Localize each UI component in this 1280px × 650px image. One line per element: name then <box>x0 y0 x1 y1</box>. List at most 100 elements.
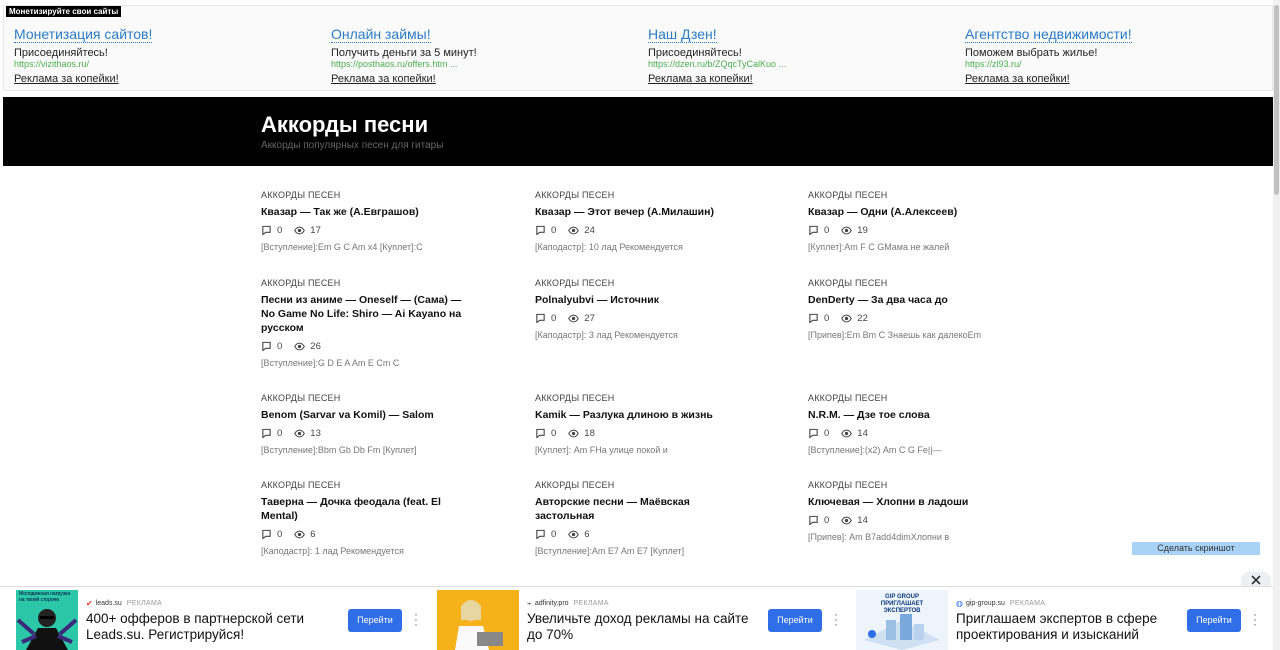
ad-title[interactable]: Наш Дзен! <box>648 27 717 43</box>
comment-count: 0 <box>277 224 283 236</box>
ad-url[interactable]: https://vizithaos.ru/ <box>14 59 314 69</box>
post-title[interactable]: Квазар — Так же (А.Евграшов) <box>261 205 476 219</box>
post-title[interactable]: Песни из аниме — Oneself — (Сама) — No G… <box>261 293 476 335</box>
top-ad-4[interactable]: Агентство недвижимости! Поможем выбрать … <box>965 26 1265 87</box>
eye-icon <box>568 429 580 437</box>
view-count: 26 <box>310 340 321 352</box>
ad-title[interactable]: Агентство недвижимости! <box>965 27 1132 43</box>
post-excerpt: [Каподастр]: 10 лад Рекомендуется <box>535 242 683 252</box>
post-title[interactable]: N.R.M. — Дзе тое слова <box>808 408 1038 422</box>
top-ad-3[interactable]: Наш Дзен! Присоединяйтесь! https://dzen.… <box>648 26 948 87</box>
view-count: 6 <box>310 528 316 540</box>
bottom-ad-1[interactable]: Молодежная нагрузка на твоей стороне ✔ l… <box>16 590 426 650</box>
post-meta: 0 13 <box>261 427 476 439</box>
bottom-ad-3[interactable]: GIP GROUP ПРИГЛАШАЕТ ЭКСПЕРТОВ ◍ gip-gro… <box>856 590 1270 650</box>
post-category[interactable]: АККОРДЫ ПЕСЕН <box>261 480 476 491</box>
post-title[interactable]: Benom (Sarvar va Komil) — Salom <box>261 408 476 422</box>
adfinity-logo-icon: ⌁ <box>527 599 532 608</box>
post-title[interactable]: Квазар — Одни (А.Алексеев) <box>808 205 1038 219</box>
comment-count: 0 <box>277 427 283 439</box>
post-title[interactable]: Kamik — Разлука длиною в жизнь <box>535 408 750 422</box>
post-title[interactable]: Таверна — Дочка феодала (feat. El Mental… <box>261 495 476 523</box>
post-category[interactable]: АККОРДЫ ПЕСЕН <box>535 190 750 201</box>
top-ad-2[interactable]: Онлайн займы! Получить деньги за 5 минут… <box>331 26 631 87</box>
eye-icon <box>568 226 580 234</box>
post-title[interactable]: DenDerty — За два часа до <box>808 293 1038 307</box>
ad-image-caption: GIP GROUP ПРИГЛАШАЕТ ЭКСПЕРТОВ <box>880 594 924 614</box>
ad-image[interactable]: Молодежная нагрузка на твоей стороне <box>16 590 78 650</box>
ad-url[interactable]: https://zl93.ru/ <box>965 59 1265 69</box>
eye-icon <box>294 226 306 234</box>
post-excerpt: [Куплет]:Am F C GМама не жалей <box>808 242 950 252</box>
comment-count: 0 <box>824 312 830 324</box>
post-title[interactable]: Авторские песни — Маёвская застольная <box>535 495 750 523</box>
more-options-icon[interactable]: · · · <box>1252 608 1258 630</box>
comment-icon <box>262 341 271 351</box>
ad-url[interactable]: https://dzen.ru/b/ZQqcTyCalKuo ... <box>648 59 948 69</box>
ad-link[interactable]: Реклама за копейки! <box>648 73 753 86</box>
more-options-icon[interactable]: · · · <box>833 608 839 630</box>
ad-title[interactable]: Монетизация сайтов! <box>14 27 153 43</box>
post-category[interactable]: АККОРДЫ ПЕСЕН <box>808 190 1038 201</box>
post-card: АККОРДЫ ПЕСЕН Авторские песни — Маёвская… <box>535 480 750 557</box>
post-excerpt: [Припев]:Em Bm C Знаешь как далекоEm <box>808 330 982 340</box>
view-count: 27 <box>584 312 595 324</box>
comment-count: 0 <box>551 224 557 236</box>
post-excerpt: [Припев]: Am B7add4dimХлопни в <box>808 532 950 542</box>
leads-logo-icon: ✔ <box>86 599 93 608</box>
ad-text: Поможем выбрать жилье! <box>965 47 1098 59</box>
page-scrollbar[interactable] <box>1273 0 1280 650</box>
post-excerpt: [Вступление]:Em G C Am x4 [Куплет]:C <box>261 242 423 252</box>
ad-title[interactable]: Приглашаем экспертов в сфере проектирова… <box>956 611 1171 643</box>
post-title[interactable]: Ключевая — Хлопни в ладоши <box>808 495 1038 509</box>
post-category[interactable]: АККОРДЫ ПЕСЕН <box>535 393 750 404</box>
post-category[interactable]: АККОРДЫ ПЕСЕН <box>261 278 476 289</box>
post-card: АККОРДЫ ПЕСЕН Benom (Sarvar va Komil) — … <box>261 393 476 456</box>
ad-text: Присоединяйтесь! <box>648 47 742 59</box>
ad-url[interactable]: https://posthaos.ru/offers.htm ... <box>331 59 631 69</box>
eye-icon <box>841 429 853 437</box>
more-options-icon[interactable]: · · · <box>413 608 419 630</box>
post-excerpt: [Вступление]:Bbm Gb Db Fm [Куплет] <box>261 445 417 455</box>
view-count: 6 <box>584 528 590 540</box>
ad-text: Получить деньги за 5 минут! <box>331 47 477 59</box>
ad-go-button[interactable]: Перейти <box>1187 609 1241 632</box>
eye-icon <box>841 314 853 322</box>
post-card: АККОРДЫ ПЕСЕН Polnalyubvi — Источник 0 2… <box>535 278 750 341</box>
post-title[interactable]: Polnalyubvi — Источник <box>535 293 750 307</box>
ad-link[interactable]: Реклама за копейки! <box>331 73 436 86</box>
comment-icon <box>262 529 271 539</box>
post-category[interactable]: АККОРДЫ ПЕСЕН <box>808 393 1038 404</box>
post-category[interactable]: АККОРДЫ ПЕСЕН <box>808 278 1038 289</box>
post-category[interactable]: АККОРДЫ ПЕСЕН <box>261 393 476 404</box>
scrollbar-thumb[interactable] <box>1274 5 1279 195</box>
ad-go-button[interactable]: Перейти <box>348 609 402 632</box>
post-meta: 0 22 <box>808 312 1038 324</box>
ad-link[interactable]: Реклама за копейки! <box>14 73 119 86</box>
post-category[interactable]: АККОРДЫ ПЕСЕН <box>808 480 1038 491</box>
ad-image[interactable] <box>437 590 519 650</box>
eye-icon <box>294 429 306 437</box>
ad-source: ⌁ adfinity.pro РЕКЛАМА <box>527 599 609 608</box>
bottom-ad-2[interactable]: ⌁ adfinity.pro РЕКЛАМА Увеличьте доход р… <box>437 590 847 650</box>
ad-image-caption: Молодежная нагрузка на твоей стороне <box>19 591 71 603</box>
ad-go-button[interactable]: Перейти <box>768 609 822 632</box>
post-category[interactable]: АККОРДЫ ПЕСЕН <box>535 278 750 289</box>
top-ad-label[interactable]: Монетизируйте свои сайты <box>6 6 122 17</box>
site-subtitle: Аккорды популярных песен для гитары <box>261 140 444 151</box>
comment-icon <box>262 428 271 438</box>
ad-title[interactable]: Онлайн займы! <box>331 27 431 43</box>
site-title[interactable]: Аккорды песни <box>261 111 428 139</box>
top-ad-1[interactable]: Монетизация сайтов! Присоединяйтесь! htt… <box>14 26 314 87</box>
post-category[interactable]: АККОРДЫ ПЕСЕН <box>535 480 750 491</box>
eye-icon <box>568 314 580 322</box>
post-category[interactable]: АККОРДЫ ПЕСЕН <box>261 190 476 201</box>
comment-count: 0 <box>551 312 557 324</box>
ad-title[interactable]: 400+ офферов в партнерской сети Leads.su… <box>86 611 316 643</box>
post-title[interactable]: Квазар — Этот вечер (А.Милашин) <box>535 205 750 219</box>
screenshot-button[interactable]: Сделать скриншот <box>1132 542 1260 555</box>
ad-title[interactable]: Увеличьте доход рекламы на сайте до 70% <box>527 611 757 643</box>
ad-image[interactable]: GIP GROUP ПРИГЛАШАЕТ ЭКСПЕРТОВ <box>856 590 948 650</box>
comment-icon <box>536 428 545 438</box>
ad-link[interactable]: Реклама за копейки! <box>965 73 1070 86</box>
